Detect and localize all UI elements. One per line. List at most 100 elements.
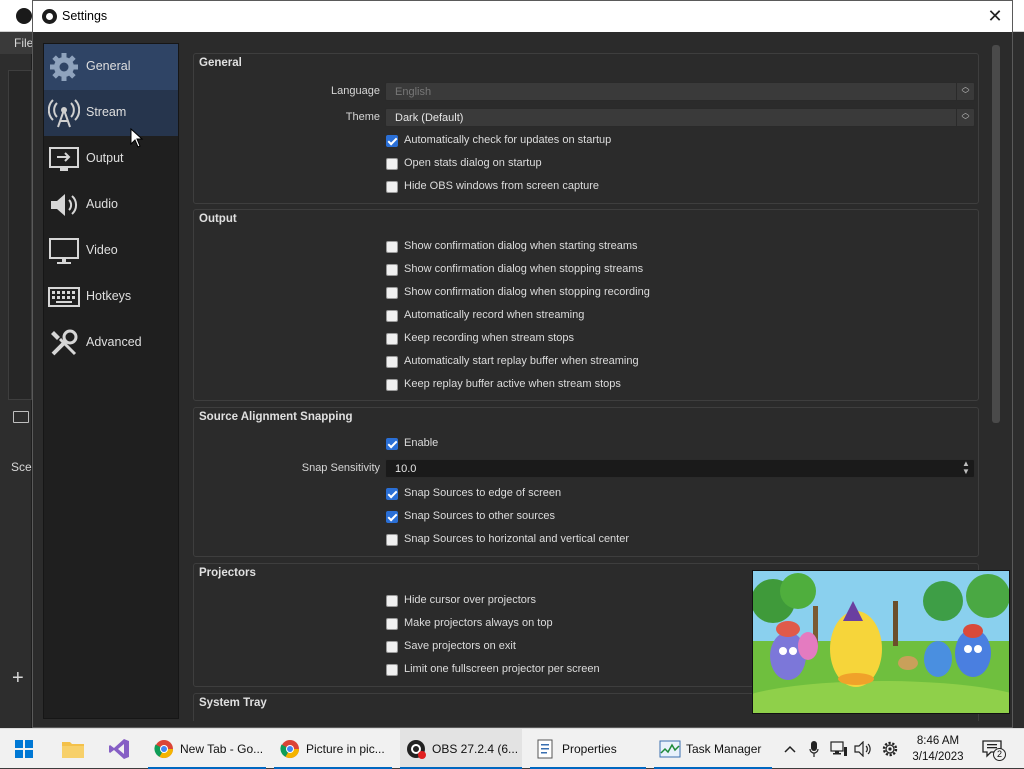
- sidebar-item-label: Advanced: [86, 335, 142, 349]
- file-explorer-button[interactable]: [56, 729, 92, 769]
- snap-sensitivity-label: Snap Sensitivity: [301, 462, 380, 474]
- file-menu[interactable]: File: [0, 32, 33, 54]
- checkbox[interactable]: [386, 534, 398, 546]
- taskbar-app-obs[interactable]: OBS 27.2.4 (6...: [400, 729, 522, 769]
- taskbar-app-task-manager[interactable]: Task Manager: [654, 729, 772, 769]
- checkbox[interactable]: [386, 158, 398, 170]
- checkbox-label: Enable: [404, 437, 439, 449]
- updown-arrows-icon: ︿ ﹀: [956, 83, 974, 100]
- notification-count-badge: 2: [993, 748, 1006, 761]
- antenna-icon: [48, 99, 80, 128]
- language-label: Language: [331, 85, 380, 97]
- folder-icon: [62, 742, 84, 758]
- visual-studio-button[interactable]: [102, 729, 138, 769]
- gear-icon: [882, 741, 898, 757]
- checkbox[interactable]: [386, 181, 398, 193]
- checkbox[interactable]: [386, 241, 398, 253]
- volume-tray-button[interactable]: [852, 729, 874, 769]
- add-scene-icon[interactable]: +: [12, 668, 32, 688]
- clock-date: 3/14/2023: [912, 751, 964, 763]
- checkbox-label: Hide cursor over projectors: [404, 594, 537, 606]
- general-group: General Language English ︿ ﹀ Theme Dark (…: [193, 53, 979, 204]
- network-tray-button[interactable]: [828, 729, 850, 769]
- settings-tray-button[interactable]: [878, 729, 902, 769]
- checkbox[interactable]: [386, 511, 398, 523]
- sidebar-item-stream[interactable]: Stream: [44, 90, 178, 136]
- checkbox[interactable]: [386, 379, 398, 391]
- gear-icon: [50, 53, 78, 81]
- group-title: Projectors: [199, 567, 256, 579]
- checkbox-label: Snap Sources to other sources: [404, 510, 556, 522]
- checkbox[interactable]: [386, 287, 398, 299]
- checkbox[interactable]: [386, 264, 398, 276]
- chrome-icon: [154, 740, 173, 759]
- obs-logo-icon: [16, 8, 32, 24]
- snap-sensitivity-input[interactable]: 10.0 ▲ ▼: [385, 459, 975, 478]
- sidebar-item-general[interactable]: General: [44, 44, 178, 90]
- checkbox[interactable]: [386, 310, 398, 322]
- checkbox[interactable]: [386, 333, 398, 345]
- checkbox[interactable]: [386, 664, 398, 676]
- sidebar-item-hotkeys[interactable]: Hotkeys: [44, 274, 178, 320]
- sidebar-item-video[interactable]: Video: [44, 228, 178, 274]
- keyboard-icon: [48, 287, 80, 307]
- taskbar-app-label: Picture in pic...: [306, 742, 385, 756]
- checkbox-label: Keep replay buffer active when stream st…: [404, 378, 621, 390]
- content-scrollbar[interactable]: [992, 45, 1000, 423]
- clock-time: 8:46 AM: [916, 735, 960, 747]
- checkbox-label: Open stats dialog on startup: [404, 157, 542, 169]
- taskbar-app-picture-in-picture[interactable]: Picture in pic...: [274, 729, 392, 769]
- video-frame-image: [753, 571, 1009, 713]
- dialog-titlebar: Settings ✕: [33, 1, 1012, 32]
- theme-label: Theme: [345, 111, 380, 123]
- checkbox[interactable]: [386, 438, 398, 450]
- taskbar-app-label: Task Manager: [686, 742, 762, 756]
- monitor-icon[interactable]: [13, 411, 29, 423]
- windows-logo-icon: [15, 740, 33, 758]
- language-select[interactable]: English ︿ ﹀: [385, 82, 975, 101]
- network-icon: [830, 741, 847, 756]
- checkbox[interactable]: [386, 135, 398, 147]
- chrome-icon: [280, 740, 299, 759]
- checkbox-label: Show confirmation dialog when starting s…: [404, 240, 638, 252]
- checkbox-label: Keep recording when stream stops: [404, 332, 574, 344]
- checkbox[interactable]: [386, 641, 398, 653]
- start-button[interactable]: [8, 729, 40, 769]
- checkbox-label: Hide OBS windows from screen capture: [404, 180, 600, 192]
- taskbar-app-label: Properties: [562, 742, 617, 756]
- close-button[interactable]: ✕: [984, 6, 1006, 28]
- microphone-tray-button[interactable]: [804, 729, 824, 769]
- checkbox-label: Show confirmation dialog when stopping r…: [404, 286, 650, 298]
- sidebar-item-label: Stream: [86, 105, 127, 119]
- checkbox[interactable]: [386, 595, 398, 607]
- speaker-icon: [854, 741, 871, 757]
- scenes-panel-title: Scen: [11, 460, 39, 474]
- picture-in-picture-video[interactable]: [752, 570, 1010, 714]
- sidebar-item-label: Video: [86, 243, 118, 257]
- taskbar-app-properties[interactable]: Properties: [530, 729, 646, 769]
- sidebar-item-audio[interactable]: Audio: [44, 182, 178, 228]
- group-title: General: [199, 57, 242, 69]
- snapping-group: Source Alignment Snapping Enable Snap Se…: [193, 407, 979, 557]
- spin-arrows-icon[interactable]: ▲ ▼: [958, 460, 974, 477]
- taskbar-app-new-tab[interactable]: New Tab - Go...: [148, 729, 266, 769]
- snap-sensitivity-value: 10.0: [395, 463, 417, 475]
- checkbox[interactable]: [386, 618, 398, 630]
- theme-select[interactable]: Dark (Default) ︿ ﹀: [385, 108, 975, 127]
- system-clock[interactable]: 8:46 AM 3/14/2023: [908, 733, 968, 765]
- checkbox-label: Automatically start replay buffer when s…: [404, 355, 639, 367]
- speaker-icon: [51, 194, 78, 216]
- checkbox[interactable]: [386, 356, 398, 368]
- checkbox-label: Snap Sources to horizontal and vertical …: [404, 533, 630, 545]
- checkbox[interactable]: [386, 488, 398, 500]
- notification-center-button[interactable]: 2: [978, 729, 1008, 769]
- sidebar-item-advanced[interactable]: Advanced: [44, 320, 178, 366]
- obs-logo-icon: [42, 9, 57, 24]
- show-hidden-icons-button[interactable]: [780, 729, 800, 769]
- chevron-up-icon: [784, 745, 796, 753]
- sidebar-item-output[interactable]: Output: [44, 136, 178, 182]
- checkbox-label: Automatically record when streaming: [404, 309, 585, 321]
- updown-arrows-icon: ︿ ﹀: [956, 109, 974, 126]
- microphone-icon: [809, 741, 819, 757]
- checkbox-label: Save projectors on exit: [404, 640, 516, 652]
